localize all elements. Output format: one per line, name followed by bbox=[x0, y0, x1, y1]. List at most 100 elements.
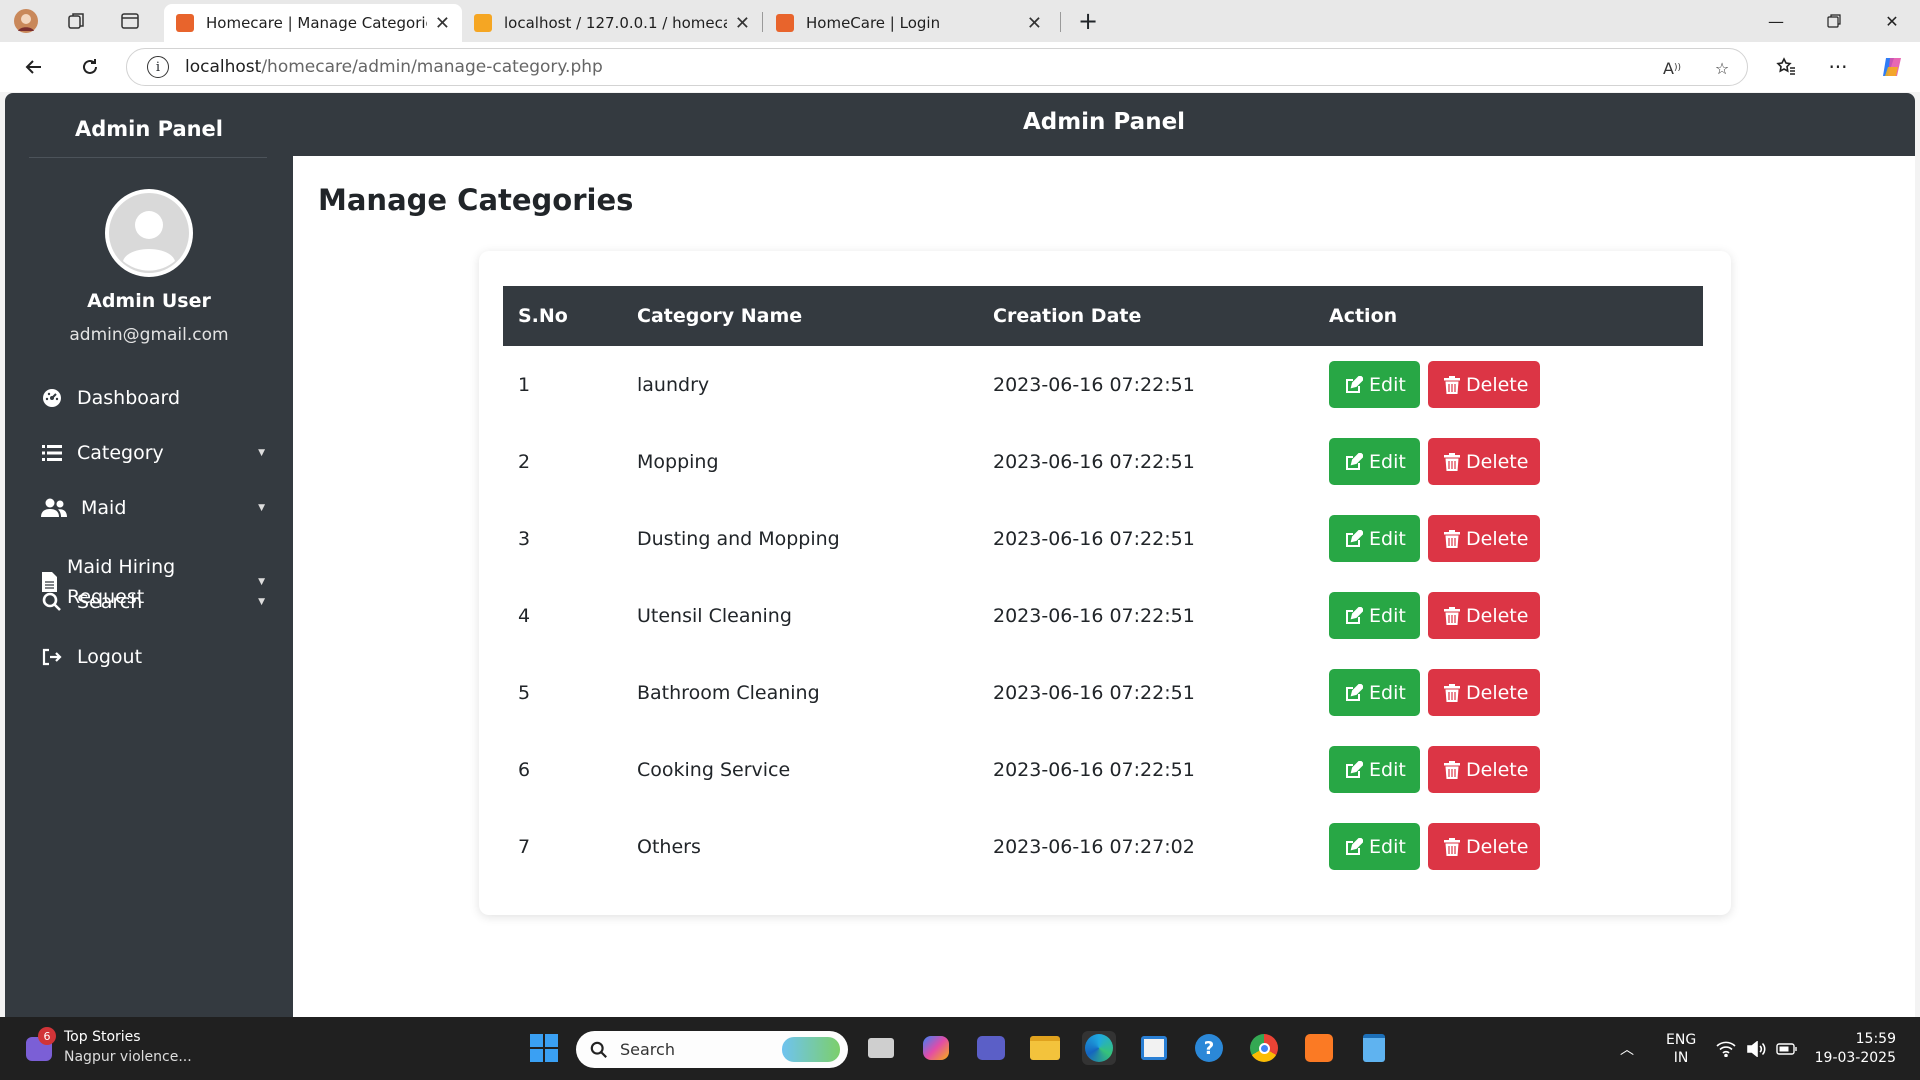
tab-separator bbox=[1060, 12, 1061, 32]
delete-button[interactable]: Delete bbox=[1428, 823, 1540, 870]
delete-button-label: Delete bbox=[1466, 604, 1529, 627]
edit-button-label: Edit bbox=[1369, 373, 1406, 396]
back-icon[interactable] bbox=[18, 51, 50, 83]
more-menu-icon[interactable]: ··· bbox=[1822, 51, 1854, 83]
sidebar-item-maid[interactable]: Maid ▼ bbox=[41, 497, 265, 519]
tab-close-icon[interactable]: ✕ bbox=[435, 13, 450, 34]
cell-action: Edit Delete bbox=[1314, 654, 1703, 731]
help-icon[interactable]: ? bbox=[1192, 1031, 1226, 1065]
news-title: Top Stories bbox=[64, 1029, 141, 1045]
restore-icon[interactable] bbox=[1806, 0, 1862, 42]
vertical-tabs-icon[interactable] bbox=[116, 7, 144, 35]
xampp-icon[interactable] bbox=[1302, 1031, 1336, 1065]
windows-start-icon[interactable] bbox=[527, 1031, 561, 1065]
cell-action: Edit Delete bbox=[1314, 500, 1703, 577]
browser-toolbar: i localhost/homecare/admin/manage-catego… bbox=[0, 42, 1920, 92]
tab-login[interactable]: HomeCare | Login ✕ bbox=[764, 4, 1054, 42]
battery-icon[interactable] bbox=[1776, 1017, 1798, 1080]
microsoft-store-icon[interactable] bbox=[1137, 1031, 1171, 1065]
volume-icon[interactable] bbox=[1746, 1017, 1766, 1080]
tab-phpmyadmin[interactable]: localhost / 127.0.0.1 / homecare_db ✕ bbox=[462, 4, 762, 42]
tab-title: localhost / 127.0.0.1 / homecare_db bbox=[504, 14, 727, 32]
new-tab-icon[interactable]: + bbox=[1074, 7, 1102, 35]
copilot-icon[interactable] bbox=[1876, 51, 1908, 83]
cell-sno: 6 bbox=[518, 758, 531, 781]
edit-button-label: Edit bbox=[1369, 758, 1406, 781]
chrome-icon[interactable] bbox=[1247, 1031, 1281, 1065]
favorites-icon[interactable] bbox=[1770, 51, 1802, 83]
clock[interactable]: 15:59 19-03-2025 bbox=[1810, 1017, 1896, 1080]
edit-button[interactable]: Edit bbox=[1329, 515, 1420, 562]
show-hidden-icons-icon[interactable]: ︿ bbox=[1620, 1017, 1634, 1080]
trash-icon bbox=[1444, 452, 1460, 471]
teams-icon[interactable] bbox=[974, 1031, 1008, 1065]
edit-button[interactable]: Edit bbox=[1329, 823, 1420, 870]
edit-icon bbox=[1345, 683, 1363, 702]
tab-close-icon[interactable]: ✕ bbox=[735, 13, 750, 34]
address-bar[interactable]: i localhost/homecare/admin/manage-catego… bbox=[126, 48, 1748, 86]
table-row: 3 Dusting and Mopping 2023-06-16 07:22:51 E… bbox=[503, 500, 1703, 577]
sidebar-item-logout[interactable]: Logout bbox=[41, 646, 265, 668]
table-row: 6 Cooking Service 2023-06-16 07:22:51 Edit D… bbox=[503, 731, 1703, 808]
table-row: 4 Utensil Cleaning 2023-06-16 07:22:51 Edit… bbox=[503, 577, 1703, 654]
favorite-star-icon[interactable]: ☆ bbox=[1711, 57, 1733, 79]
edit-button-label: Edit bbox=[1369, 681, 1406, 704]
edit-button[interactable]: Edit bbox=[1329, 438, 1420, 485]
cell-category-name: Others bbox=[637, 835, 701, 858]
sidebar-item-category[interactable]: Category ▼ bbox=[41, 442, 265, 464]
delete-button[interactable]: Delete bbox=[1428, 669, 1540, 716]
delete-button[interactable]: Delete bbox=[1428, 592, 1540, 639]
avatar bbox=[105, 189, 193, 277]
delete-button-label: Delete bbox=[1466, 681, 1529, 704]
delete-button[interactable]: Delete bbox=[1428, 746, 1540, 793]
minimize-icon[interactable]: — bbox=[1748, 0, 1804, 42]
read-aloud-icon[interactable]: A)) bbox=[1661, 57, 1683, 79]
cell-sno: 5 bbox=[518, 681, 531, 704]
url-host: localhost bbox=[185, 57, 262, 77]
cell-action: Edit Delete bbox=[1314, 423, 1703, 500]
task-view-icon[interactable] bbox=[864, 1031, 898, 1065]
refresh-icon[interactable] bbox=[74, 51, 106, 83]
cell-category-name: Mopping bbox=[637, 450, 719, 473]
edit-icon bbox=[1345, 760, 1363, 779]
tab-manage-categories[interactable]: Homecare | Manage Categories ✕ bbox=[164, 4, 462, 42]
taskbar-search[interactable]: Search bbox=[576, 1031, 848, 1068]
caret-down-icon: ▼ bbox=[258, 597, 265, 607]
edit-button[interactable]: Edit bbox=[1329, 592, 1420, 639]
site-info-icon[interactable]: i bbox=[147, 56, 169, 78]
tab-separator bbox=[762, 12, 763, 32]
cell-creation-date: 2023-06-16 07:22:51 bbox=[993, 373, 1195, 396]
notepad-icon[interactable] bbox=[1357, 1031, 1391, 1065]
table-row: 5 Bathroom Cleaning 2023-06-16 07:22:51 Edi… bbox=[503, 654, 1703, 731]
workspaces-icon[interactable] bbox=[63, 7, 91, 35]
edit-button[interactable]: Edit bbox=[1329, 361, 1420, 408]
sidebar-item-dashboard[interactable]: Dashboard bbox=[41, 387, 265, 409]
cell-creation-date: 2023-06-16 07:22:51 bbox=[993, 527, 1195, 550]
edit-button[interactable]: Edit bbox=[1329, 746, 1420, 793]
wifi-icon[interactable] bbox=[1716, 1017, 1736, 1080]
tab-close-icon[interactable]: ✕ bbox=[1027, 13, 1042, 34]
news-subtitle: Nagpur violence... bbox=[64, 1049, 192, 1065]
file-explorer-icon[interactable] bbox=[1028, 1031, 1062, 1065]
copilot-app-icon[interactable] bbox=[919, 1031, 953, 1065]
delete-button[interactable]: Delete bbox=[1428, 515, 1540, 562]
delete-button-label: Delete bbox=[1466, 758, 1529, 781]
news-widget[interactable]: 6 Top Stories Nagpur violence... bbox=[18, 1017, 198, 1080]
profile-avatar-icon[interactable] bbox=[12, 7, 40, 35]
delete-button[interactable]: Delete bbox=[1428, 438, 1540, 485]
delete-button[interactable]: Delete bbox=[1428, 361, 1540, 408]
cell-action: Edit Delete bbox=[1314, 346, 1703, 423]
edit-button[interactable]: Edit bbox=[1329, 669, 1420, 716]
tab-title: Homecare | Manage Categories bbox=[206, 14, 427, 32]
categories-table: S.No Category Name Creation Date Action … bbox=[503, 286, 1703, 885]
close-window-icon[interactable]: ✕ bbox=[1864, 0, 1920, 42]
sidebar-item-search[interactable]: Search ▼ bbox=[41, 591, 265, 613]
language-line2: IN bbox=[1673, 1049, 1689, 1066]
url-path: /homecare/admin/manage-category.php bbox=[261, 57, 603, 77]
sidebar-item-label: Category bbox=[77, 442, 164, 464]
header-title: Admin Panel bbox=[1022, 109, 1186, 135]
language-indicator[interactable]: ENG IN bbox=[1666, 1017, 1696, 1080]
edge-browser-icon[interactable] bbox=[1082, 1031, 1116, 1065]
edit-icon bbox=[1345, 529, 1363, 548]
cell-action: Edit Delete bbox=[1314, 577, 1703, 654]
